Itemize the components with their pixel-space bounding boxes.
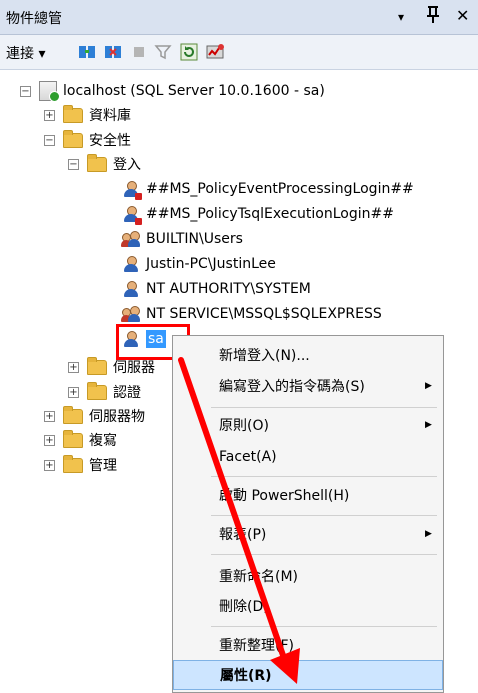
annotation-arrow — [178, 357, 300, 684]
